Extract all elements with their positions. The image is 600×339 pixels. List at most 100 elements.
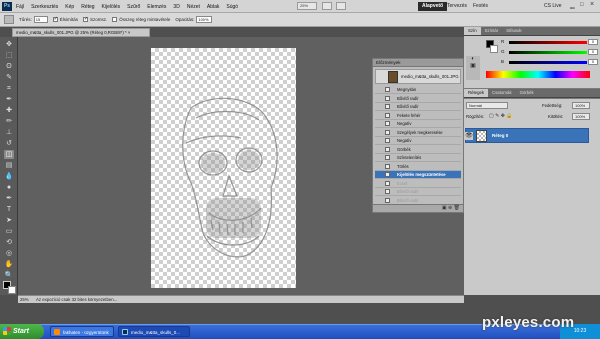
history-item[interactable]: Negatív <box>375 120 461 128</box>
r-value[interactable]: 0 <box>588 39 598 45</box>
maximize-icon[interactable]: □ <box>580 2 584 8</box>
gradient-tool-icon[interactable]: ▤ <box>4 161 14 170</box>
history-item[interactable]: Bővítő radír <box>375 95 461 103</box>
image-canvas[interactable] <box>151 48 296 288</box>
crop-tool-icon[interactable]: ⌗ <box>4 84 14 93</box>
history-item[interactable]: Görbék <box>375 146 461 154</box>
all-layers-checkbox[interactable] <box>112 17 118 22</box>
menu-filter[interactable]: Szűrő <box>127 4 140 10</box>
clone-stamp-tool-icon[interactable]: ⊥ <box>4 128 14 137</box>
menu-view[interactable]: Nézet <box>187 4 200 10</box>
history-brush-tool-icon[interactable]: ↺ <box>4 139 14 148</box>
right-panel-dock: Szín Színtár Stílusok R 0 G 0 B 0 ◐ ▣ Ré… <box>464 27 600 295</box>
workspace-painting[interactable]: Festés <box>469 2 492 11</box>
menu-analysis[interactable]: Elemzés <box>147 4 166 10</box>
arrange-button[interactable] <box>322 2 332 10</box>
cs-live-button[interactable]: CS Live <box>540 2 566 11</box>
fill-label: Kitöltés: <box>548 114 564 119</box>
history-snapshot[interactable]: medio_m&tta_skulls_001.JPG <box>375 69 461 84</box>
history-item[interactable]: Bővítő radír <box>375 103 461 111</box>
background-color-swatch[interactable] <box>8 286 16 294</box>
color-panel-tabs: Szín Színtár Stílusok <box>464 27 600 36</box>
screen-mode-button[interactable] <box>336 2 346 10</box>
tolerance-input[interactable]: 15 <box>33 16 48 23</box>
delete-state-icon[interactable]: 🗑 <box>454 205 460 211</box>
history-item[interactable]: Törlés <box>375 163 461 171</box>
layer-visibility-eye-icon[interactable]: 👁 <box>465 132 473 140</box>
options-bar: Tűrés: 15 Élsimítás Szomsz. Összeg réteg… <box>0 13 600 27</box>
menu-help[interactable]: Súgó <box>226 4 238 10</box>
pen-tool-icon[interactable]: ✒ <box>4 194 14 203</box>
history-item[interactable]: Megnyitás <box>375 86 461 94</box>
panel-background-swatch[interactable] <box>490 45 498 53</box>
r-slider[interactable] <box>509 41 587 44</box>
minimize-icon[interactable]: ▁ <box>570 2 575 9</box>
b-slider[interactable] <box>509 61 587 64</box>
history-item[interactable]: Fekete fehér <box>375 112 461 120</box>
tab-swatches[interactable]: Színtár <box>481 27 503 35</box>
menu-3d[interactable]: 3D <box>173 4 179 10</box>
menu-window[interactable]: Ablak <box>207 4 220 10</box>
g-value[interactable]: 0 <box>588 49 598 55</box>
quick-select-tool-icon[interactable]: ✎ <box>4 73 14 82</box>
tab-styles[interactable]: Stílusok <box>502 27 525 35</box>
fill-input[interactable]: 100% <box>572 113 590 120</box>
eraser-tool-icon[interactable]: ◫ <box>4 150 14 159</box>
menu-select[interactable]: Kijelölés <box>102 4 121 10</box>
history-step-icon <box>385 112 390 118</box>
tab-layers[interactable]: Rétegek <box>464 89 489 97</box>
layer-row[interactable]: 👁 Réteg 0 <box>465 128 589 143</box>
menu-file[interactable]: Fájl <box>16 4 24 10</box>
document-tab[interactable]: medio_m&tta_skulls_001.JPG @ 25% (Réteg … <box>12 28 150 37</box>
history-panel-title[interactable]: Előzmények <box>373 59 463 67</box>
layer-opacity-input[interactable]: 100% <box>572 102 590 109</box>
zoom-tool-icon[interactable]: 🔍 <box>4 271 14 280</box>
history-item[interactable]: Ecset <box>375 180 461 188</box>
taskbar-item-browser[interactable]: fakhaten - üzgyerütünk <box>50 326 114 337</box>
antialias-checkbox[interactable] <box>52 16 58 22</box>
menu-edit[interactable]: Szerkesztés <box>31 4 58 10</box>
zoom-dropdown[interactable]: 25% <box>297 2 317 10</box>
menu-image[interactable]: Kép <box>65 4 74 10</box>
contiguous-checkbox[interactable] <box>83 16 88 22</box>
history-item[interactable]: Szegélyek megkeresése <box>375 129 461 137</box>
hand-tool-icon[interactable]: ✋ <box>4 260 14 269</box>
history-item[interactable]: Bővítő radír <box>375 188 461 196</box>
tool-preset-icon[interactable] <box>4 15 14 24</box>
tab-color[interactable]: Szín <box>464 27 481 35</box>
type-tool-icon[interactable]: T <box>4 205 14 214</box>
shape-tool-icon[interactable]: ▭ <box>4 227 14 236</box>
3d-rotate-tool-icon[interactable]: ⟲ <box>4 238 14 247</box>
b-value[interactable]: 0 <box>588 59 598 65</box>
tab-curves[interactable]: Görbék <box>516 89 538 97</box>
3d-orbit-tool-icon[interactable]: ◎ <box>4 249 14 258</box>
move-tool-icon[interactable]: ✥ <box>4 40 14 49</box>
history-item[interactable]: Kijelölés megszüntetése <box>375 171 461 179</box>
eyedropper-tool-icon[interactable]: ✒ <box>4 95 14 104</box>
history-item[interactable]: Negatív <box>375 137 461 145</box>
dodge-tool-icon[interactable]: ● <box>4 183 14 192</box>
close-icon[interactable]: × <box>590 1 594 8</box>
layer-name[interactable]: Réteg 0 <box>492 133 508 138</box>
opacity-input[interactable]: 100% <box>196 16 213 23</box>
taskbar-item-photoshop[interactable]: medio_m&tta_skulls_0... <box>118 326 190 337</box>
lock-icons[interactable]: ▢ ✎ ✥ 🔒 <box>489 113 513 119</box>
color-spectrum-bar[interactable] <box>486 71 590 78</box>
path-select-tool-icon[interactable]: ➤ <box>4 216 14 225</box>
new-document-icon[interactable]: ▣ <box>442 205 447 211</box>
start-button[interactable]: Start <box>0 324 44 339</box>
menu-layer[interactable]: Réteg <box>81 4 94 10</box>
new-snapshot-icon[interactable]: ⊕ <box>448 205 452 211</box>
masks-icon[interactable]: ▣ <box>466 62 480 69</box>
healing-brush-tool-icon[interactable]: ✚ <box>4 106 14 115</box>
blend-mode-select[interactable]: Normál <box>466 102 508 109</box>
tab-channels[interactable]: Csatornák <box>488 89 516 97</box>
status-zoom[interactable]: 25% <box>20 296 29 303</box>
history-item[interactable]: Színtelenítés <box>375 154 461 162</box>
marquee-tool-icon[interactable]: ⬚ <box>4 51 14 60</box>
workspace-design[interactable]: Tervezés <box>443 2 471 11</box>
g-slider[interactable] <box>509 51 587 54</box>
lasso-tool-icon[interactable]: ʘ <box>4 62 14 71</box>
blur-tool-icon[interactable]: 💧 <box>4 172 14 181</box>
brush-tool-icon[interactable]: ✏ <box>4 117 14 126</box>
